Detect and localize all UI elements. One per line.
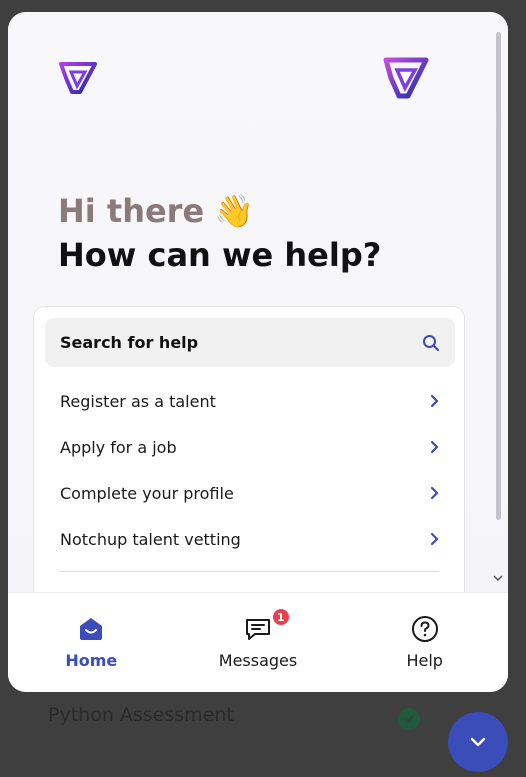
help-link-register[interactable]: Register as a talent bbox=[45, 378, 455, 424]
scroll-down-icon[interactable] bbox=[493, 574, 503, 585]
divider bbox=[59, 571, 439, 572]
list-item-label: Notchup talent vetting bbox=[60, 529, 241, 549]
help-widget: Hi there 👋 How can we help? Search for h… bbox=[8, 12, 508, 692]
home-icon bbox=[80, 618, 103, 640]
greeting: Hi there 👋 bbox=[58, 192, 254, 230]
search-icon bbox=[423, 334, 440, 351]
background-assessment-item: Python Assessment bbox=[48, 704, 234, 726]
chevron-right-icon bbox=[430, 440, 439, 454]
chevron-right-icon bbox=[430, 394, 439, 408]
messages-icon bbox=[246, 619, 270, 640]
tab-help[interactable]: Help bbox=[341, 593, 508, 692]
bottom-tab-bar: Home 1 Messages Help bbox=[8, 592, 508, 692]
list-item-label: Apply for a job bbox=[60, 437, 177, 457]
tab-label: Help bbox=[406, 651, 443, 670]
search-label: Search for help bbox=[60, 333, 199, 352]
brand-logo bbox=[58, 60, 98, 101]
company-logo bbox=[382, 56, 430, 105]
tab-messages[interactable]: 1 Messages bbox=[175, 593, 342, 692]
help-link-vetting[interactable]: Notchup talent vetting bbox=[45, 516, 455, 562]
unread-badge: 1 bbox=[270, 607, 291, 627]
page-title: How can we help? bbox=[58, 236, 382, 274]
help-card: Search for help Register as a talent App… bbox=[33, 306, 465, 626]
tab-label: Home bbox=[65, 651, 118, 670]
tab-home[interactable]: Home bbox=[8, 593, 175, 692]
scrollbar[interactable] bbox=[496, 32, 501, 520]
greeting-text: Hi there bbox=[58, 192, 205, 230]
tab-label: Messages bbox=[218, 651, 298, 670]
help-icon bbox=[411, 616, 438, 642]
chevron-down-icon bbox=[470, 737, 486, 747]
help-link-profile[interactable]: Complete your profile bbox=[45, 470, 455, 516]
waving-hand-icon: 👋 bbox=[214, 192, 254, 230]
search-help-button[interactable]: Search for help bbox=[45, 318, 455, 367]
chevron-right-icon bbox=[430, 532, 439, 546]
help-links-list: Register as a talent Apply for a job Com… bbox=[45, 378, 455, 562]
list-item-label: Register as a talent bbox=[60, 391, 216, 411]
help-link-apply[interactable]: Apply for a job bbox=[45, 424, 455, 470]
list-item-label: Complete your profile bbox=[60, 483, 234, 503]
chevron-right-icon bbox=[430, 486, 439, 500]
check-circle-icon bbox=[398, 708, 420, 730]
widget-close-button[interactable] bbox=[448, 712, 508, 772]
